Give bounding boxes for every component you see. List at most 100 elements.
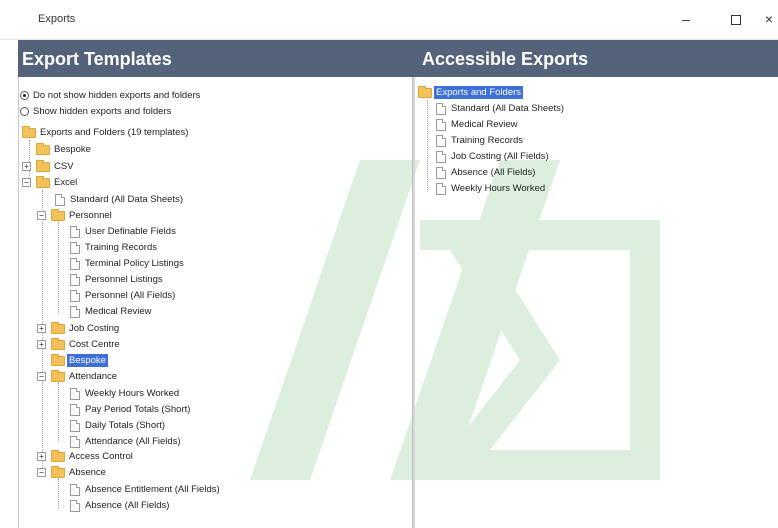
tree-label: Weekly Hours Worked xyxy=(85,388,180,399)
tree-item-terminal-policy[interactable]: Terminal Policy Listings xyxy=(70,256,186,271)
minimize-button[interactable]: – xyxy=(672,8,700,32)
tree-label: Personnel xyxy=(69,210,112,221)
tree-label: Medical Review xyxy=(85,306,152,317)
folder-icon xyxy=(22,125,36,138)
expand-icon[interactable]: + xyxy=(22,162,31,171)
tree-label: Pay Period Totals (Short) xyxy=(85,404,191,415)
tree-item-medical-review[interactable]: Medical Review xyxy=(70,304,154,319)
collapse-icon[interactable]: − xyxy=(22,178,31,187)
document-icon xyxy=(70,241,80,254)
tree-folder-bespoke[interactable]: Bespoke xyxy=(36,142,93,157)
tree-label: Attendance xyxy=(69,371,118,382)
folder-icon xyxy=(51,449,65,462)
tree-item-pay-period[interactable]: Pay Period Totals (Short) xyxy=(70,402,192,417)
document-icon xyxy=(70,273,80,286)
document-icon xyxy=(436,102,446,115)
maximize-icon xyxy=(731,15,741,26)
radio-icon[interactable] xyxy=(20,106,29,116)
collapse-icon[interactable]: − xyxy=(37,468,46,477)
folder-icon xyxy=(51,321,65,334)
accessible-exports-heading: Accessible Exports xyxy=(422,49,589,69)
accessible-item-training-records[interactable]: Training Records xyxy=(436,133,525,148)
folder-icon xyxy=(51,353,65,366)
tree-root[interactable]: Exports and Folders (19 templates) xyxy=(22,125,190,140)
folder-icon xyxy=(51,208,65,221)
hide-hidden-label: Do not show hidden exports and folders xyxy=(33,89,201,101)
radio-selected-icon[interactable] xyxy=(20,90,29,100)
tree-folder-personnel[interactable]: Personnel xyxy=(51,208,114,223)
tree-label: Excel xyxy=(54,177,78,188)
tree-item-user-definable[interactable]: User Definable Fields xyxy=(70,224,178,239)
tree-item-attendance-all[interactable]: Attendance (All Fields) xyxy=(70,434,183,449)
accessible-item-weekly-hours[interactable]: Weekly Hours Worked xyxy=(436,181,547,196)
document-icon xyxy=(436,150,446,163)
tree-item-standard[interactable]: Standard (All Data Sheets) xyxy=(55,192,185,207)
tree-label: Terminal Policy Listings xyxy=(85,258,184,269)
collapse-icon[interactable]: − xyxy=(37,372,46,381)
document-icon xyxy=(70,225,80,238)
window-titlebar: Exports – × xyxy=(0,0,778,40)
expand-icon[interactable]: + xyxy=(37,340,46,349)
document-icon xyxy=(436,134,446,147)
folder-icon xyxy=(36,159,50,172)
tree-label: Personnel Listings xyxy=(85,274,163,285)
tree-item-absence-all[interactable]: Absence (All Fields) xyxy=(70,498,171,513)
document-icon xyxy=(436,118,446,131)
tree-folder-csv[interactable]: CSV xyxy=(36,159,76,174)
document-icon xyxy=(70,305,80,318)
accessible-item-standard[interactable]: Standard (All Data Sheets) xyxy=(436,101,566,116)
tree-label: Absence (All Fields) xyxy=(451,167,536,178)
tree-folder-cost-centre[interactable]: Cost Centre xyxy=(51,337,122,352)
accessible-item-absence-all[interactable]: Absence (All Fields) xyxy=(436,165,537,180)
accessible-item-medical-review[interactable]: Medical Review xyxy=(436,117,520,132)
tree-item-personnel-all[interactable]: Personnel (All Fields) xyxy=(70,288,177,303)
tree-line xyxy=(427,100,428,192)
document-icon xyxy=(70,435,80,448)
maximize-button[interactable] xyxy=(722,8,750,32)
tree-label: Training Records xyxy=(451,135,523,146)
folder-icon xyxy=(51,369,65,382)
tree-folder-job-costing[interactable]: Job Costing xyxy=(51,321,121,336)
collapse-icon[interactable]: − xyxy=(37,211,46,220)
tree-folder-excel[interactable]: Excel xyxy=(36,175,79,190)
tree-label: Attendance (All Fields) xyxy=(85,436,181,447)
document-icon xyxy=(55,193,65,206)
folder-icon xyxy=(36,142,50,155)
tree-label: Absence xyxy=(69,467,106,478)
tree-label: Bespoke xyxy=(54,144,91,155)
expand-icon[interactable]: + xyxy=(37,452,46,461)
expand-icon[interactable]: + xyxy=(37,324,46,333)
tree-label: Standard (All Data Sheets) xyxy=(70,194,184,205)
tree-folder-access-control[interactable]: Access Control xyxy=(51,449,135,464)
tree-label: Access Control xyxy=(69,451,133,462)
tree-label: User Definable Fields xyxy=(85,226,176,237)
tree-label: CSV xyxy=(54,161,74,172)
tree-folder-absence[interactable]: Absence xyxy=(51,465,108,480)
document-icon xyxy=(70,499,80,512)
hide-hidden-option[interactable]: Do not show hidden exports and folders xyxy=(20,88,200,102)
accessible-tree-root[interactable]: Exports and Folders xyxy=(418,85,524,100)
tree-item-training-records[interactable]: Training Records xyxy=(70,240,159,255)
tree-label: Absence (All Fields) xyxy=(85,500,170,511)
show-hidden-option[interactable]: Show hidden exports and folders xyxy=(20,104,171,118)
tree-item-daily-totals[interactable]: Daily Totals (Short) xyxy=(70,418,167,433)
tree-label: Standard (All Data Sheets) xyxy=(451,103,565,114)
tree-label: Medical Review xyxy=(451,119,518,130)
accessible-item-job-costing[interactable]: Job Costing (All Fields) xyxy=(436,149,551,164)
tree-folder-attendance[interactable]: Attendance xyxy=(51,369,119,384)
folder-icon xyxy=(418,85,432,98)
tree-item-personnel-listings[interactable]: Personnel Listings xyxy=(70,272,165,287)
tree-folder-bespoke-selected[interactable]: Bespoke xyxy=(51,353,108,368)
tree-item-absence-entitlement[interactable]: Absence Entitlement (All Fields) xyxy=(70,482,222,497)
tree-label: Bespoke xyxy=(67,354,108,367)
tree-line xyxy=(58,478,59,508)
tree-item-weekly-hours[interactable]: Weekly Hours Worked xyxy=(70,386,181,401)
tree-line xyxy=(58,382,59,442)
folder-icon xyxy=(51,337,65,350)
tree-label: Cost Centre xyxy=(69,339,120,350)
document-icon xyxy=(70,403,80,416)
tree-line xyxy=(58,220,59,314)
document-icon xyxy=(70,387,80,400)
document-icon xyxy=(70,289,80,302)
close-button[interactable]: × xyxy=(760,8,778,32)
